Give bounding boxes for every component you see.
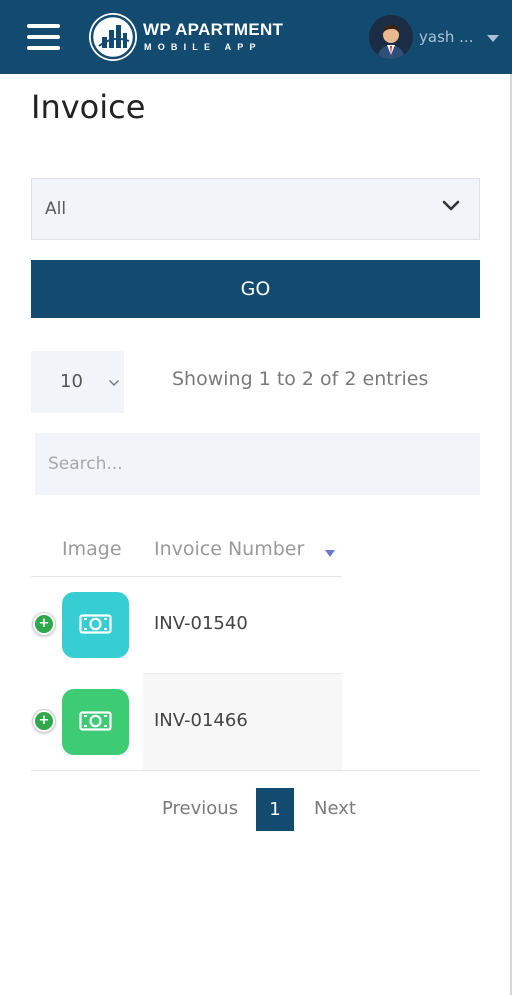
sort-desc-icon[interactable] bbox=[325, 550, 335, 557]
top-navbar: WP APARTMENT MOBILE APP yash ... bbox=[0, 0, 512, 74]
pagination-previous-button[interactable]: Previous bbox=[162, 798, 238, 819]
pagination-next-button[interactable]: Next bbox=[314, 798, 356, 819]
column-header-image: Image bbox=[62, 538, 122, 560]
caret-down-icon[interactable] bbox=[487, 35, 499, 42]
table-row: + INV-01466 bbox=[31, 674, 342, 771]
table-row: + INV-01540 bbox=[31, 577, 342, 674]
user-name-label[interactable]: yash ... bbox=[419, 28, 473, 46]
filter-selected-value: All bbox=[45, 199, 67, 219]
invoice-number-link[interactable]: INV-01466 bbox=[154, 710, 248, 731]
page-length-value: 10 bbox=[60, 371, 83, 392]
app-logo-icon bbox=[89, 13, 137, 61]
app-title: WP APARTMENT bbox=[143, 20, 284, 39]
invoice-thumbnail bbox=[62, 689, 129, 755]
column-header-invoice-number[interactable]: Invoice Number bbox=[154, 538, 304, 560]
expand-row-icon[interactable]: + bbox=[33, 613, 55, 635]
search-input[interactable] bbox=[35, 433, 480, 495]
hamburger-menu-icon[interactable] bbox=[27, 24, 60, 50]
pagination-page-1-button[interactable]: 1 bbox=[256, 788, 294, 831]
invoice-filter-select[interactable]: All bbox=[31, 178, 480, 240]
chevron-down-icon bbox=[109, 380, 119, 386]
app-subtitle: MOBILE APP bbox=[144, 42, 262, 52]
page-title: Invoice bbox=[31, 88, 146, 126]
invoice-number-link[interactable]: INV-01540 bbox=[154, 613, 248, 634]
page-length-select[interactable]: 10 bbox=[31, 351, 124, 413]
user-avatar[interactable] bbox=[369, 15, 413, 59]
entries-info: Showing 1 to 2 of 2 entries bbox=[172, 368, 429, 390]
chevron-down-icon bbox=[442, 200, 460, 211]
money-bill-icon bbox=[79, 614, 112, 634]
invoice-thumbnail bbox=[62, 592, 129, 658]
expand-row-icon[interactable]: + bbox=[33, 710, 55, 732]
go-button[interactable]: GO bbox=[31, 260, 480, 318]
table-bottom-divider bbox=[31, 770, 480, 771]
money-bill-icon bbox=[79, 711, 112, 731]
